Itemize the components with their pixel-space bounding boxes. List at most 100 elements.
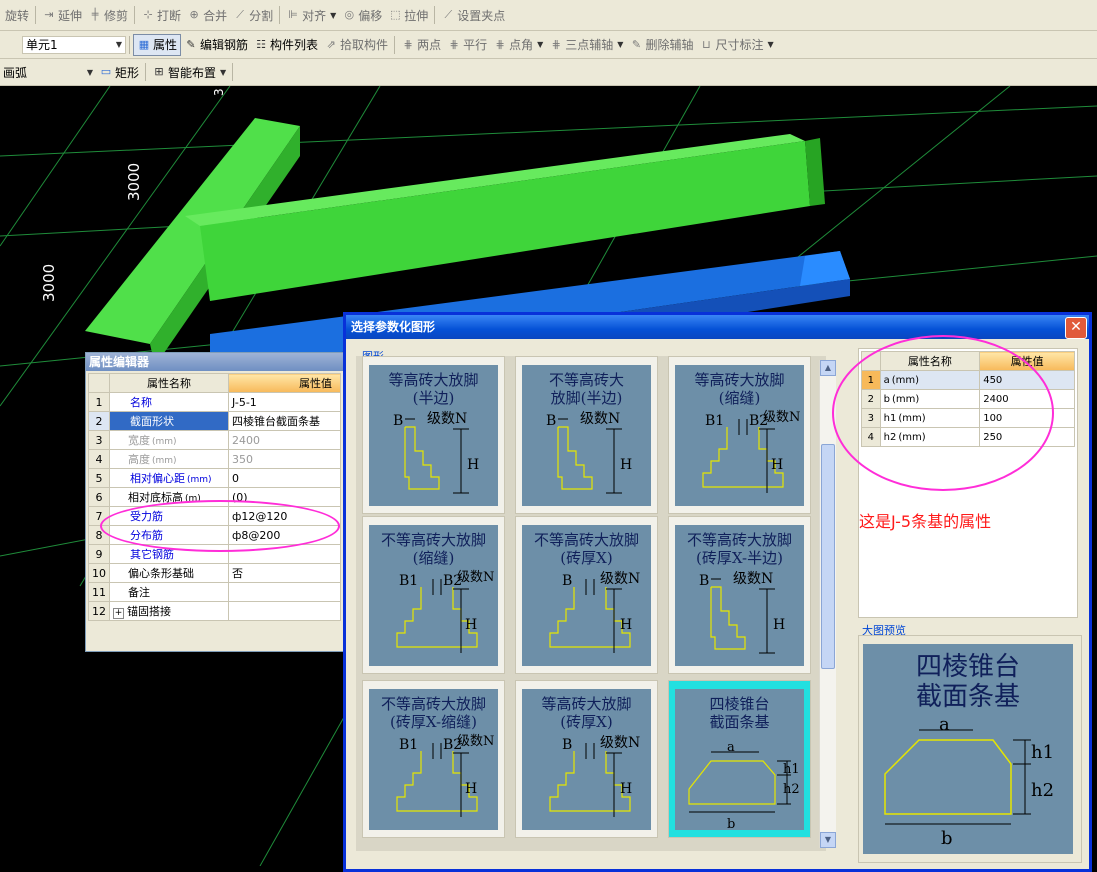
property-value[interactable]: 否 (228, 563, 341, 583)
property-row[interactable]: 3 宽度 (mm) 2400 (88, 430, 341, 450)
shape-tile[interactable]: 不等高砖大放脚 (砖厚X) B 级数N H (515, 516, 658, 674)
parameter-value[interactable]: 2400 (979, 389, 1075, 409)
toolbar-button-break[interactable]: ⊹ 打断 (138, 5, 184, 25)
parameter-name: a (mm) (879, 370, 981, 390)
tile-diagram: B1 B2级数NH (396, 734, 494, 817)
parameter-value[interactable]: 100 (979, 408, 1075, 428)
property-name: 受力筋 (109, 506, 229, 526)
gallery-scrollbar[interactable]: ▲ ▼ (819, 360, 836, 848)
property-row[interactable]: 8 分布筋 ф8@200 (88, 525, 341, 545)
parameter-value[interactable]: 450 (979, 370, 1075, 390)
parameter-row[interactable]: 2 b (mm) 2400 (861, 389, 1075, 409)
arc-combo[interactable]: 画弧 ▼ (0, 63, 96, 81)
diagram-label: B1 (399, 573, 418, 589)
diagram-label: 级数N (733, 571, 773, 587)
diagram-outline (710, 586, 746, 650)
shape-tile[interactable]: 不等高砖大放脚 (砖厚X-缩缝) B1 B2 级数N H (362, 680, 505, 838)
parameter-unit: (mm) (898, 412, 926, 424)
scroll-up-button[interactable]: ▲ (820, 360, 836, 376)
dialog-title-bar: 选择参数化图形 ✕ (346, 315, 1089, 339)
property-value[interactable]: 350 (228, 449, 341, 469)
three-point-axis-icon: ⋕ (551, 37, 561, 51)
shape-gallery[interactable]: 等高砖大放脚 (半边) B 级数N H 不等高砖大 放脚(半边) B 级数N H 等高砖大放脚 … (356, 356, 826, 851)
toolbar-button-trim[interactable]: ╪ 修剪 (85, 5, 131, 25)
scroll-down-button[interactable]: ▼ (820, 832, 836, 848)
property-name: 备注 (109, 582, 229, 602)
toolbar-button-split[interactable]: ⟋ 分割 (230, 5, 276, 25)
property-value[interactable] (228, 601, 341, 621)
edit-rebar-button[interactable]: ✎ 编辑钢筋 (181, 35, 251, 55)
rectangle-button[interactable]: ▭ 矩形 (96, 62, 142, 82)
shape-tile[interactable]: 等高砖大放脚 (缩缝) B1 B2 级数N H (668, 356, 811, 514)
diagram-label: H (620, 617, 632, 633)
toolbar-button-grip[interactable]: ⟋ 设置夹点 (438, 5, 508, 25)
property-value[interactable]: 2400 (228, 430, 341, 450)
property-row[interactable]: 5 相对偏心距 (mm) 0 (88, 468, 341, 488)
parameter-value[interactable]: 250 (979, 427, 1075, 447)
property-value[interactable]: ф8@200 (228, 525, 341, 545)
property-value[interactable]: J-5-1 (228, 392, 341, 412)
toolbar-button-stretch[interactable]: ⬚ 拉伸 (385, 5, 431, 25)
diagram-label: 级数N (457, 734, 494, 749)
toolbar-button-merge[interactable]: ⊕ 合并 (184, 5, 230, 25)
toolbar-label: 拉伸 (404, 8, 429, 23)
toolbar-button-offset[interactable]: ◎ 偏移 (339, 5, 385, 25)
properties-button[interactable]: ▦ 属性 (133, 33, 182, 56)
point-angle-button[interactable]: ⋕ 点角 ▼ (490, 35, 546, 55)
property-value[interactable]: 0 (228, 468, 341, 488)
property-value[interactable]: ф12@120 (228, 506, 341, 526)
tile-canvas: 等高砖大放脚 (缩缝) B1 B2 级数N H (675, 365, 804, 506)
component-list-button[interactable]: ☷ 构件列表 (251, 35, 321, 55)
property-row[interactable]: 2 截面形状 四棱锥台截面条基 (88, 411, 341, 431)
parameter-unit: (mm) (898, 431, 926, 443)
property-label: 其它钢筋 (130, 548, 174, 561)
parameter-row[interactable]: 3 h1 (mm) 100 (861, 408, 1075, 428)
property-row[interactable]: 10 偏心条形基础 否 (88, 563, 341, 583)
diagram-label: B1 (705, 413, 724, 429)
property-value[interactable]: (0) (228, 487, 341, 507)
shape-tile[interactable]: 四棱锥台 截面条基 a h1 h2 b (668, 680, 811, 838)
property-row[interactable]: 6 相对底标高 (m) (0) (88, 487, 341, 507)
property-row[interactable]: 12 + 锚固搭接 (88, 601, 341, 621)
property-value[interactable]: 四棱锥台截面条基 (228, 411, 341, 431)
shape-tile[interactable]: 等高砖大放脚 (砖厚X) B 级数N H (515, 680, 658, 838)
edit-rebar-icon: ✎ (186, 37, 196, 51)
dimension-button[interactable]: ⊔ 尺寸标注 ▼ (696, 35, 776, 55)
tile-canvas: 等高砖大放脚 (半边) B 级数N H (369, 365, 498, 506)
row-number: 9 (88, 544, 110, 564)
property-row[interactable]: 9 其它钢筋 (88, 544, 341, 564)
shape-tile[interactable]: 不等高砖大放脚 (砖厚X-半边) B 级数N H (668, 516, 811, 674)
property-value[interactable] (228, 544, 341, 564)
property-row[interactable]: 11 备注 (88, 582, 341, 602)
properties-icon: ▦ (138, 37, 150, 51)
scroll-thumb[interactable] (821, 444, 835, 669)
close-button[interactable]: ✕ (1065, 317, 1087, 339)
property-row[interactable]: 7 受力筋 ф12@120 (88, 506, 341, 526)
three-point-axis-button[interactable]: ⋕ 三点辅轴 ▼ (546, 35, 626, 55)
property-value[interactable] (228, 582, 341, 602)
shape-tile[interactable]: 等高砖大放脚 (半边) B 级数N H (362, 356, 505, 514)
row-number: 7 (88, 506, 110, 526)
toolbar-button-rotate[interactable]: 旋转 (2, 5, 32, 25)
shape-tile[interactable]: 不等高砖大 放脚(半边) B 级数N H (515, 356, 658, 514)
pick-component-button[interactable]: ⇗ 拾取构件 (321, 35, 391, 55)
toolbar-label: 点角 (509, 38, 534, 52)
parameter-row[interactable]: 1 a (mm) 450 (861, 370, 1075, 390)
toolbar-button-extend[interactable]: ⇥ 延伸 (39, 5, 85, 25)
toolbar-label: 两点 (417, 38, 442, 52)
unit-combo[interactable]: 单元1 ▼ (22, 35, 126, 54)
parameter-row[interactable]: 4 h2 (mm) 250 (861, 427, 1075, 447)
property-row[interactable]: 1 名称 J-5-1 (88, 392, 341, 412)
expand-icon[interactable]: + (113, 608, 124, 619)
tile-canvas: 不等高砖大放脚 (缩缝) B1 B2 级数N H (369, 525, 498, 666)
delete-axis-button[interactable]: ✎ 删除辅轴 (626, 35, 696, 55)
property-row[interactable]: 4 高度 (mm) 350 (88, 449, 341, 469)
diagram-label: B1 (399, 737, 418, 753)
smart-layout-icon: ⊞ (154, 65, 164, 78)
toolbar-button-align[interactable]: ⊫ 对齐 ▼ (283, 5, 339, 25)
smart-layout-button[interactable]: ⊞ 智能布置 ▼ (149, 62, 229, 82)
diagram-label: H (465, 781, 477, 797)
parallel-button[interactable]: ⋕ 平行 (444, 35, 490, 55)
two-point-button[interactable]: ⋕ 两点 (398, 35, 444, 55)
shape-tile[interactable]: 不等高砖大放脚 (缩缝) B1 B2 级数N H (362, 516, 505, 674)
